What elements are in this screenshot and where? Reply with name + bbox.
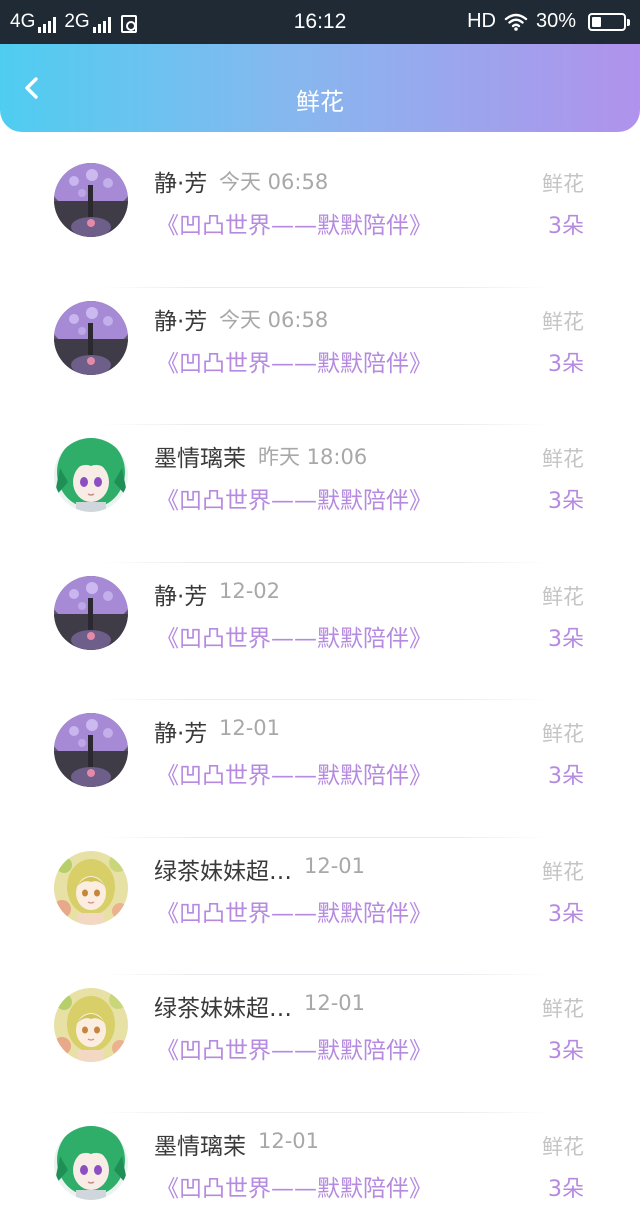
send-time: 昨天 18:06: [258, 445, 368, 469]
room-title[interactable]: 《凹凸世界——默默陪伴》: [156, 756, 432, 790]
gift-type: 鲜花: [542, 722, 584, 746]
gift-count: 3朵: [548, 214, 584, 239]
gift-type: 鲜花: [542, 447, 584, 471]
network-2g: 2G: [64, 11, 111, 33]
room-title[interactable]: 《凹凸世界——默默陪伴》: [156, 1031, 432, 1065]
user-name[interactable]: 墨情璃茉: [154, 1127, 246, 1161]
gift-count: 3朵: [548, 1176, 584, 1202]
list-item[interactable]: 墨情璃茉 昨天 18:06 鲜花 《凹凸世界——默默陪伴》 3朵: [0, 425, 640, 563]
room-title[interactable]: 《凹凸世界——默默陪伴》: [156, 894, 432, 928]
signal-bars-icon: [38, 17, 57, 33]
gift-count: 3朵: [548, 489, 584, 514]
list-item[interactable]: 静·芳 12-01 鲜花 《凹凸世界——默默陪伴》 3朵: [0, 700, 640, 838]
network-4g-label: 4G: [10, 11, 36, 32]
list-item[interactable]: 绿茶妹妹超… 12-01 鲜花 《凹凸世界——默默陪伴》 3朵: [0, 975, 640, 1113]
avatar-purple-umbrella[interactable]: [54, 163, 128, 237]
wifi-icon: [504, 13, 528, 31]
avatar-yellow-girl[interactable]: [54, 988, 128, 1062]
send-time: 12-01: [258, 1128, 320, 1153]
avatar-purple-umbrella[interactable]: [54, 300, 128, 375]
list-item[interactable]: 绿茶妹妹超… 12-01 鲜花 《凹凸世界——默默陪伴》 3朵: [0, 838, 640, 975]
gift-count: 3朵: [548, 901, 584, 927]
user-name[interactable]: 静·芳: [154, 714, 207, 748]
user-name[interactable]: 绿茶妹妹超…: [154, 852, 292, 886]
flower-record-list: 静·芳 今天 06:58 鲜花 《凹凸世界——默默陪伴》 3朵 静·芳 今天 0…: [0, 150, 640, 1205]
user-name[interactable]: 静·芳: [154, 577, 207, 611]
send-time: 12-01: [219, 716, 281, 740]
gift-type: 鲜花: [542, 997, 584, 1021]
avatar-yellow-girl[interactable]: [54, 850, 128, 925]
user-name[interactable]: 静·芳: [154, 302, 207, 336]
gift-type: 鲜花: [542, 172, 584, 196]
room-title[interactable]: 《凹凸世界——默默陪伴》: [156, 206, 432, 240]
user-name[interactable]: 静·芳: [154, 164, 207, 198]
battery-percent: 30%: [535, 10, 576, 32]
avatar-green-hair[interactable]: [54, 438, 128, 512]
list-item[interactable]: 静·芳 今天 06:58 鲜花 《凹凸世界——默默陪伴》 3朵: [0, 150, 640, 288]
gift-count: 3朵: [548, 351, 584, 377]
gift-type: 鲜花: [542, 584, 584, 609]
gift-type: 鲜花: [542, 1134, 584, 1159]
list-item[interactable]: 静·芳 今天 06:58 鲜花 《凹凸世界——默默陪伴》 3朵: [0, 288, 640, 425]
list-item[interactable]: 静·芳 12-02 鲜花 《凹凸世界——默默陪伴》 3朵: [0, 563, 640, 700]
send-time: 今天 06:58: [219, 170, 329, 194]
gift-count: 3朵: [548, 626, 584, 652]
room-title[interactable]: 《凹凸世界——默默陪伴》: [156, 481, 432, 515]
gift-type: 鲜花: [542, 859, 584, 884]
send-time: 12-01: [304, 853, 366, 878]
send-time: 12-01: [304, 991, 366, 1015]
battery-level: [592, 16, 601, 27]
network-status: 4G 2G: [10, 11, 137, 33]
status-bar: 4G 2G 16:12 HD 30%: [0, 0, 640, 44]
room-title[interactable]: 《凹凸世界——默默陪伴》: [156, 619, 432, 653]
avatar-green-hair[interactable]: [54, 1125, 128, 1200]
signal-bars-icon: [92, 17, 111, 33]
sim-icon: [120, 15, 137, 33]
device-status: HD 30%: [467, 10, 630, 33]
room-title[interactable]: 《凹凸世界——默默陪伴》: [156, 344, 432, 378]
user-name[interactable]: 墨情璃茉: [154, 439, 246, 473]
header-bar: 鲜花: [0, 44, 640, 132]
avatar-purple-umbrella[interactable]: [54, 575, 128, 650]
gift-count: 3朵: [548, 764, 584, 789]
room-title[interactable]: 《凹凸世界——默默陪伴》: [156, 1169, 432, 1203]
hd-label: HD: [467, 10, 496, 32]
network-4g: 4G: [10, 11, 57, 33]
gift-type: 鲜花: [542, 309, 584, 334]
chevron-left-icon: [25, 77, 38, 99]
user-name[interactable]: 绿茶妹妹超…: [154, 989, 292, 1023]
send-time: 12-02: [219, 578, 281, 603]
page-title: 鲜花: [296, 88, 344, 116]
back-button[interactable]: [14, 70, 50, 106]
list-item[interactable]: 墨情璃茉 12-01 鲜花 《凹凸世界——默默陪伴》 3朵: [0, 1113, 640, 1205]
gift-count: 3朵: [548, 1039, 584, 1064]
battery-icon: [588, 12, 630, 31]
send-time: 今天 06:58: [219, 307, 329, 332]
avatar-purple-umbrella[interactable]: [54, 713, 128, 787]
network-2g-label: 2G: [64, 11, 90, 32]
